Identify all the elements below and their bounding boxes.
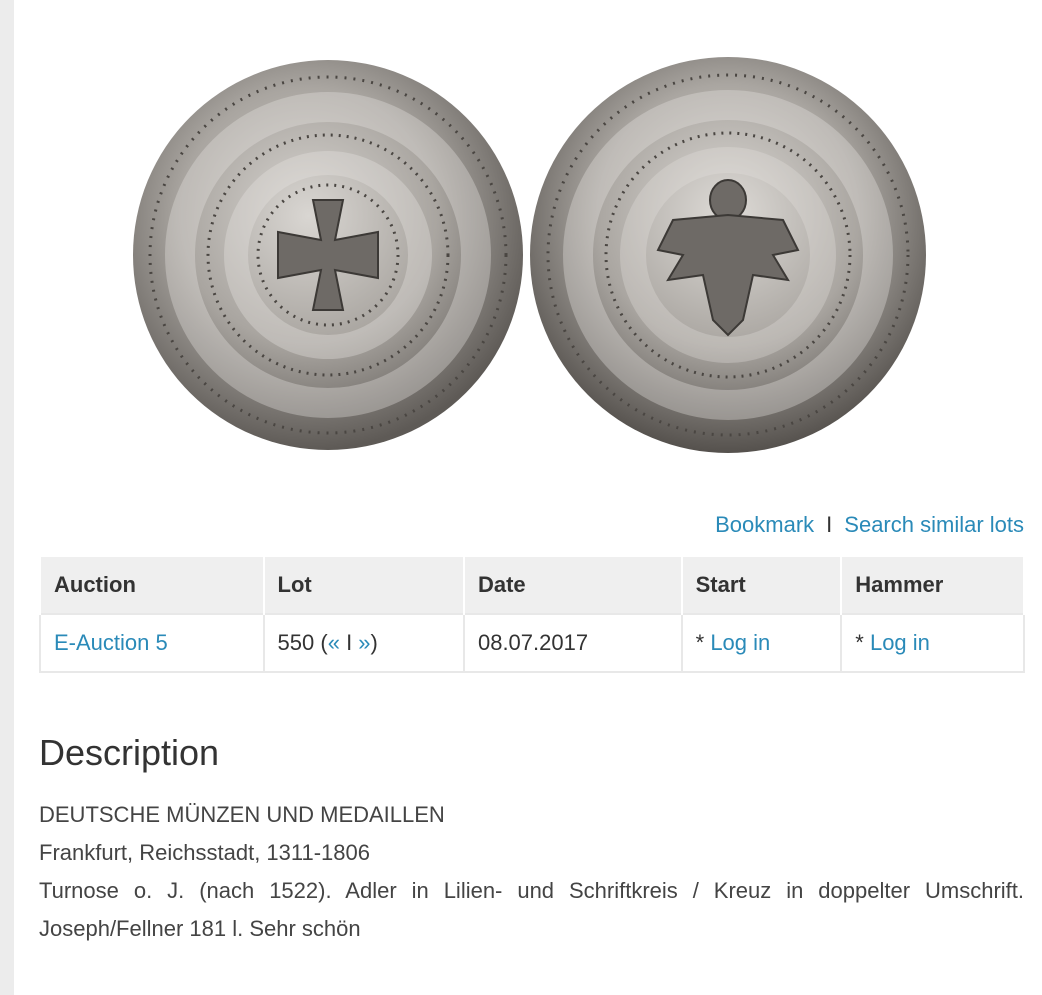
start-login-link[interactable]: Log in [710,630,770,655]
header-hammer: Hammer [840,555,1025,614]
description-mint: Frankfurt, Reichsstadt, 1311-1806 [39,840,370,865]
coin-image[interactable] [128,50,938,460]
description-details: Turnose o. J. (nach 1522). Adler in Lili… [39,878,1024,941]
hammer-asterisk: * [855,630,870,655]
left-rail [0,0,14,995]
description-heading: Description [39,732,220,773]
cell-lot: 550 (« I ») [262,613,465,673]
cell-hammer: * Log in [840,613,1025,673]
auction-link[interactable]: E-Auction 5 [54,630,168,655]
header-date: Date [462,555,683,614]
table-row: E-Auction 5 550 (« I ») 08.07.2017 * Log… [39,613,1025,673]
description-text: DEUTSCHE MÜNZEN UND MEDAILLEN Frankfurt,… [39,796,1024,948]
next-lot-link[interactable]: » [358,630,370,655]
description-category: DEUTSCHE MÜNZEN UND MEDAILLEN [39,802,445,827]
header-start: Start [680,555,843,614]
bookmark-link[interactable]: Bookmark [715,512,814,537]
header-lot: Lot [262,555,465,614]
coin-reverse [530,57,926,453]
lot-paren-close: ) [370,630,378,655]
table-header-row: Auction Lot Date Start Hammer [39,555,1025,614]
lot-number: 550 [277,630,315,655]
header-auction: Auction [39,555,265,614]
cell-date: 08.07.2017 [462,613,683,673]
hammer-login-link[interactable]: Log in [870,630,930,655]
previous-lot-link[interactable]: « [328,630,340,655]
lot-table: Auction Lot Date Start Hammer E-Auction … [39,555,1025,673]
lot-paren-open: ( [314,630,328,655]
start-asterisk: * [695,630,711,655]
coin-obverse [133,60,523,450]
search-similar-link[interactable]: Search similar lots [844,512,1024,537]
actions-separator: I [826,512,833,537]
cell-auction: E-Auction 5 [39,613,265,673]
lot-nav-separator: I [339,630,359,655]
lot-actions: Bookmark I Search similar lots [715,512,1024,538]
cell-start: * Log in [680,613,843,673]
